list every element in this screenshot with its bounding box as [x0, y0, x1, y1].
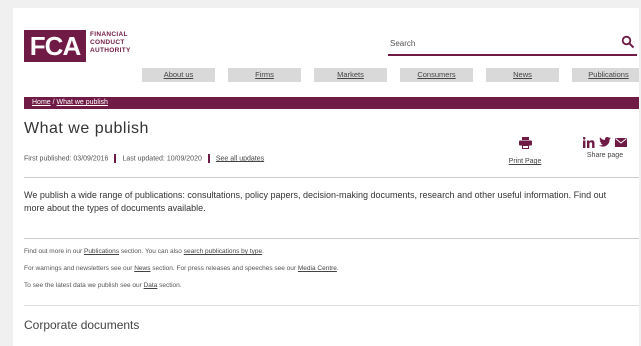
- info-text: .: [336, 265, 339, 272]
- search-publications-by-type-link[interactable]: search publications by type: [184, 248, 262, 255]
- nav-firms[interactable]: Firms: [228, 68, 301, 82]
- info-text: section.: [157, 282, 182, 289]
- logo-letters: FCA: [30, 31, 82, 61]
- news-link[interactable]: News: [134, 265, 150, 272]
- breadcrumb-home[interactable]: Home: [32, 99, 51, 106]
- email-icon[interactable]: [615, 137, 627, 147]
- nav-markets[interactable]: Markets: [314, 68, 387, 82]
- logo-line: FINANCIAL: [90, 31, 128, 38]
- print-page-label: Print Page: [508, 158, 542, 165]
- linkedin-icon[interactable]: [583, 136, 595, 148]
- search-icon[interactable]: [621, 35, 635, 49]
- publications-link[interactable]: Publications: [84, 248, 119, 255]
- logo-line: AUTHORITY: [90, 47, 131, 54]
- info-line-publications: Find out more in our Publications sectio…: [24, 248, 264, 255]
- data-link[interactable]: Data: [144, 282, 158, 289]
- print-icon: [518, 137, 532, 149]
- meta-divider: [207, 154, 210, 163]
- breadcrumb-trail: Home / What we publish: [32, 98, 108, 108]
- info-text: Find out more in our: [24, 248, 84, 255]
- twitter-icon[interactable]: [599, 137, 611, 147]
- info-line-news: For warnings and newsletters see our New…: [24, 265, 339, 272]
- page-title: What we publish: [24, 120, 149, 137]
- info-text: .: [262, 248, 264, 255]
- search-input[interactable]: [388, 34, 602, 52]
- logo-line: CONDUCT: [90, 39, 125, 46]
- first-published: First published: 03/09/2016: [24, 155, 109, 163]
- nav-consumers[interactable]: Consumers: [400, 68, 473, 82]
- see-all-updates-link[interactable]: See all updates: [216, 155, 264, 162]
- intro-paragraph: We publish a wide range of publications:…: [24, 190, 607, 213]
- breadcrumb-current[interactable]: What we publish: [57, 99, 108, 106]
- media-centre-link[interactable]: Media Centre: [298, 265, 337, 272]
- share-icons: [581, 136, 629, 148]
- info-text: To see the latest data we publish see ou…: [24, 282, 144, 289]
- breadcrumb: Home / What we publish: [24, 97, 639, 109]
- page: FCA FINANCIAL CONDUCT AUTHORITY About us…: [13, 8, 639, 346]
- nav-about-us[interactable]: About us: [142, 68, 215, 82]
- share-page-label: Share page: [586, 152, 624, 159]
- nav-news[interactable]: News: [486, 68, 559, 82]
- fca-logo-mark: FCA: [24, 30, 86, 62]
- info-text: For warnings and newsletters see our: [24, 265, 135, 272]
- share-page: Share page: [581, 136, 629, 159]
- divider: [24, 177, 639, 178]
- section-heading-corporate-documents: Corporate documents: [24, 318, 140, 332]
- logo-wordmark: FINANCIAL CONDUCT AUTHORITY: [90, 31, 131, 55]
- search-bar: [388, 32, 637, 56]
- publish-meta: First published: 03/09/2016 Last updated:…: [24, 154, 264, 163]
- divider: [24, 305, 639, 306]
- nav-publications[interactable]: Publications: [572, 68, 639, 82]
- breadcrumb-separator: /: [52, 99, 55, 106]
- info-line-data: To see the latest data we publish see ou…: [24, 282, 182, 289]
- main-nav: About us Firms Markets Consumers News Pu…: [142, 68, 639, 82]
- print-page-button[interactable]: Print Page: [505, 136, 545, 165]
- info-text: section. For press releases and speeches…: [150, 265, 298, 272]
- meta-divider: [114, 154, 117, 163]
- info-text: section. You can also: [119, 248, 184, 255]
- last-updated: Last updated: 10/09/2020: [122, 155, 202, 163]
- divider: [24, 238, 639, 239]
